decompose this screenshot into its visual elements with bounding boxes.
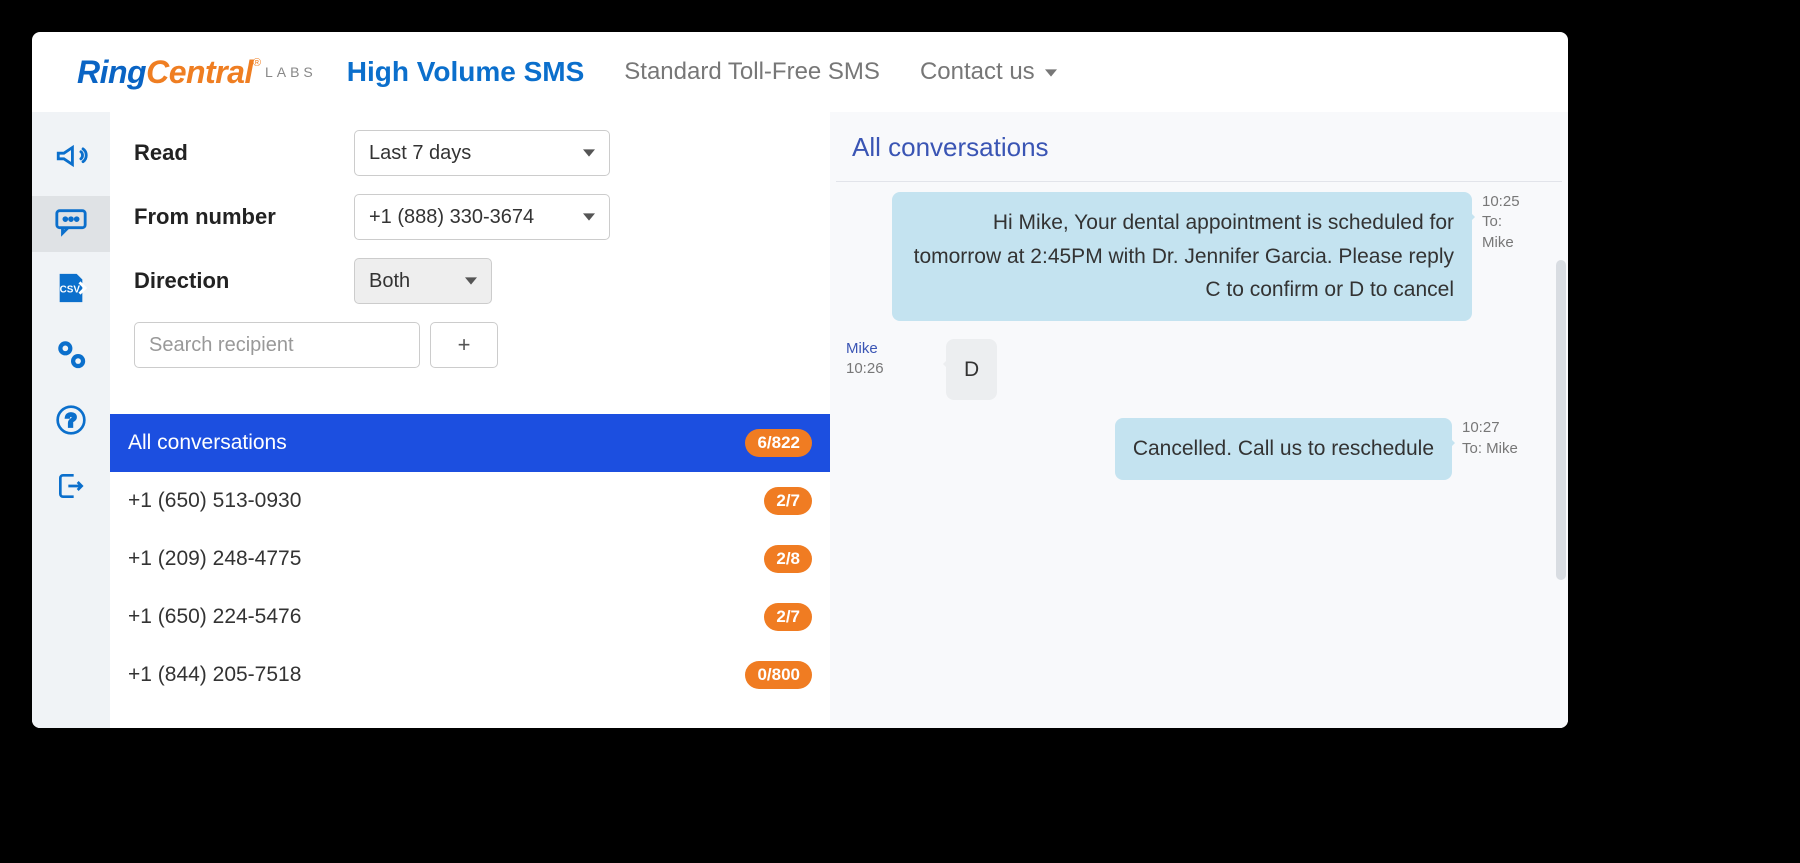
- logo-part-central: Central: [146, 54, 253, 91]
- conversation-number: +1 (650) 224-5476: [128, 605, 301, 629]
- message-meta: Mike 10:26: [846, 339, 916, 401]
- filter-direction-label: Direction: [134, 268, 354, 294]
- filter-read-value: Last 7 days: [369, 142, 471, 165]
- chat-messages: Hi Mike, Your dental appointment is sche…: [830, 182, 1568, 728]
- chat-icon: [54, 207, 88, 242]
- logo-part-ring: Ring: [77, 54, 146, 91]
- nav-high-volume-sms[interactable]: High Volume SMS: [347, 56, 585, 88]
- conversation-number: +1 (844) 205-7518: [128, 663, 301, 687]
- chevron-down-icon: [1045, 58, 1057, 86]
- header: Ring Central ® LABS High Volume SMS Stan…: [32, 32, 1568, 112]
- filter-from-select[interactable]: +1 (888) 330-3674: [354, 194, 610, 240]
- settings-gears-icon: [54, 337, 88, 376]
- message-bubble: D: [946, 339, 997, 401]
- rail-logout[interactable]: [32, 460, 110, 516]
- message-outgoing: Hi Mike, Your dental appointment is sche…: [846, 192, 1552, 321]
- rail-help[interactable]: ?: [32, 394, 110, 450]
- message-incoming: Mike 10:26 D: [846, 339, 1552, 401]
- rail-settings[interactable]: [32, 328, 110, 384]
- chat-panel: All conversations Hi Mike, Your dental a…: [830, 112, 1568, 728]
- nav-contact-us-label: Contact us: [920, 58, 1035, 85]
- conversation-item[interactable]: +1 (650) 224-5476 2/7: [110, 588, 830, 646]
- chat-scrollbar[interactable]: [1556, 260, 1566, 580]
- conversation-badge: 2/7: [764, 603, 812, 631]
- conversation-all-badge: 6/822: [745, 429, 812, 457]
- filter-read-label: Read: [134, 140, 354, 166]
- rail-campaigns[interactable]: [32, 130, 110, 186]
- conversation-badge: 2/8: [764, 545, 812, 573]
- conversation-item[interactable]: +1 (650) 513-0930 2/7: [110, 472, 830, 530]
- logout-icon: [55, 470, 87, 507]
- message-bubble: Cancelled. Call us to reschedule: [1115, 418, 1452, 480]
- body: CSV ?: [32, 112, 1568, 728]
- conversation-all[interactable]: All conversations 6/822: [110, 414, 830, 472]
- chat-title: All conversations: [836, 112, 1562, 182]
- svg-text:CSV: CSV: [60, 284, 81, 295]
- conversation-item[interactable]: +1 (209) 248-4775 2/8: [110, 530, 830, 588]
- filter-direction-value: Both: [369, 270, 410, 293]
- conversation-all-label: All conversations: [128, 431, 287, 455]
- conversations-panel: Read Last 7 days From number +1 (888) 33…: [110, 112, 830, 728]
- filter-from-label: From number: [134, 204, 354, 230]
- message-to-name: Mike: [1482, 233, 1552, 253]
- conversation-badge: 2/7: [764, 487, 812, 515]
- csv-export-icon: CSV: [54, 271, 88, 310]
- conversation-number: +1 (209) 248-4775: [128, 547, 301, 571]
- chevron-down-icon: [465, 270, 477, 293]
- message-outgoing: Cancelled. Call us to reschedule 10:27 T…: [846, 418, 1552, 480]
- logo-labs: LABS: [265, 64, 317, 80]
- message-time: 10:27: [1462, 418, 1552, 438]
- search-recipient-input[interactable]: [134, 322, 420, 368]
- rail-conversations[interactable]: [32, 196, 110, 252]
- chevron-down-icon: [583, 206, 595, 229]
- filter-read-select[interactable]: Last 7 days: [354, 130, 610, 176]
- filters: Read Last 7 days From number +1 (888) 33…: [110, 130, 830, 386]
- app-frame: Ring Central ® LABS High Volume SMS Stan…: [32, 32, 1568, 728]
- brand-logo: Ring Central ® LABS: [77, 54, 317, 91]
- conversation-number: +1 (650) 513-0930: [128, 489, 301, 513]
- svg-text:?: ?: [65, 409, 76, 430]
- left-rail: CSV ?: [32, 112, 110, 728]
- filter-direction-select[interactable]: Both: [354, 258, 492, 304]
- message-to-label: To:: [1482, 212, 1552, 232]
- message-time: 10:25: [1482, 192, 1552, 212]
- rail-export[interactable]: CSV: [32, 262, 110, 318]
- megaphone-icon: [54, 139, 88, 178]
- logo-registered: ®: [253, 57, 261, 69]
- message-bubble: Hi Mike, Your dental appointment is sche…: [892, 192, 1472, 321]
- message-meta: 10:27 To: Mike: [1462, 418, 1552, 480]
- message-to: To: Mike: [1462, 439, 1552, 459]
- add-recipient-button[interactable]: +: [430, 322, 498, 368]
- top-nav: High Volume SMS Standard Toll-Free SMS C…: [347, 56, 1058, 88]
- help-icon: ?: [55, 404, 87, 441]
- message-sender: Mike: [846, 339, 916, 359]
- message-meta: 10:25 To: Mike: [1482, 192, 1552, 321]
- nav-standard-tollfree-sms[interactable]: Standard Toll-Free SMS: [624, 58, 880, 86]
- nav-contact-us[interactable]: Contact us: [920, 58, 1057, 87]
- conversation-list: All conversations 6/822 +1 (650) 513-093…: [110, 414, 830, 704]
- filter-from-value: +1 (888) 330-3674: [369, 206, 534, 229]
- conversation-item[interactable]: +1 (844) 205-7518 0/800: [110, 646, 830, 704]
- chevron-down-icon: [583, 142, 595, 165]
- conversation-badge: 0/800: [745, 661, 812, 689]
- message-time: 10:26: [846, 359, 916, 379]
